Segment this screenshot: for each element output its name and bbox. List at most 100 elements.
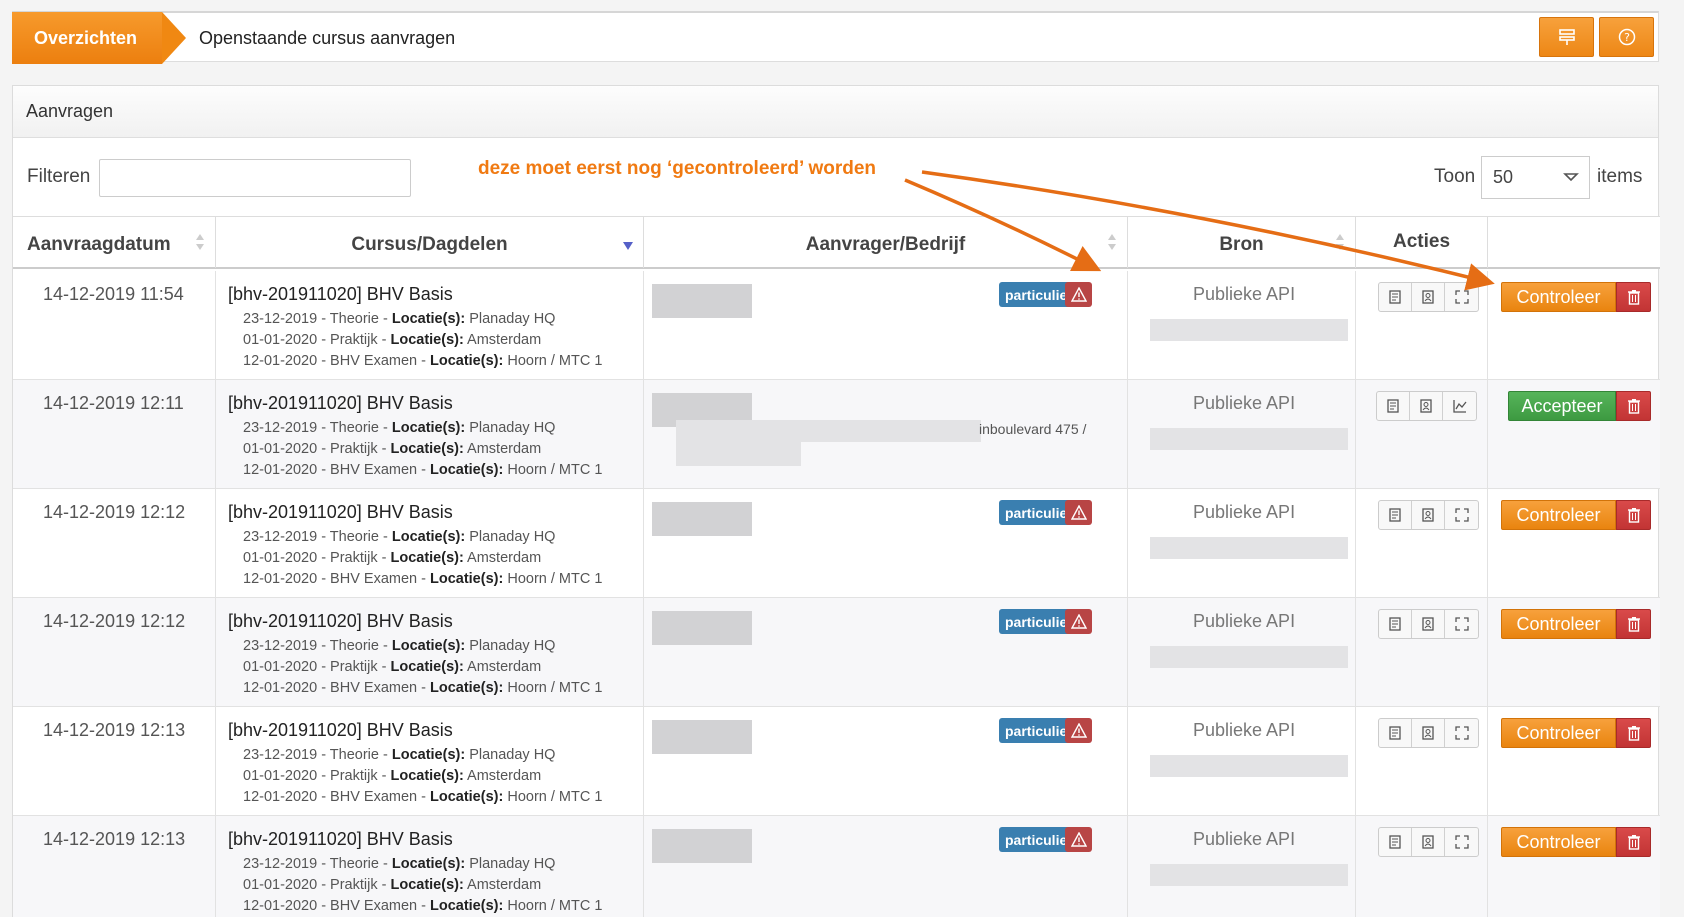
- contact-button[interactable]: [1412, 610, 1445, 638]
- session-date-type: 12-01-2020 - BHV Examen -: [243, 353, 430, 369]
- warning-button[interactable]: [1065, 609, 1092, 634]
- action-icon-group: [1376, 391, 1477, 421]
- cell-source: Publieke API: [1128, 380, 1356, 488]
- action-icon-group: [1378, 718, 1479, 748]
- table-row: 14-12-2019 12:12 [bhv-201911020] BHV Basi…: [13, 489, 1660, 598]
- session-location: Hoorn / MTC 1: [503, 680, 603, 696]
- address-fragment: inboulevard 475 /: [979, 421, 1087, 437]
- warning-button[interactable]: [1065, 827, 1092, 852]
- delete-button[interactable]: [1616, 500, 1651, 530]
- session-line: 12-01-2020 - BHV Examen - Locatie(s): Ho…: [243, 462, 602, 478]
- sort-icon: [196, 234, 204, 250]
- session-date-type: 23-12-2019 - Theorie -: [243, 529, 392, 545]
- page-size-select[interactable]: 50: [1481, 156, 1590, 199]
- session-location-label: Locatie(s):: [429, 462, 504, 478]
- session-date-type: 23-12-2019 - Theorie -: [243, 747, 392, 763]
- controleer-button[interactable]: Controleer: [1501, 827, 1616, 857]
- redacted-address: [676, 442, 801, 466]
- filter-toggle-button[interactable]: [1539, 17, 1594, 57]
- expand-button[interactable]: [1445, 719, 1478, 747]
- contact-button[interactable]: [1412, 828, 1445, 856]
- course-title[interactable]: [bhv-201911020] BHV Basis: [228, 720, 453, 741]
- session-location-label: Locatie(s):: [391, 747, 466, 763]
- controleer-button[interactable]: Controleer: [1501, 282, 1616, 312]
- expand-button[interactable]: [1445, 610, 1478, 638]
- document-button[interactable]: [1379, 719, 1412, 747]
- document-button[interactable]: [1379, 610, 1412, 638]
- warning-icon: [1070, 505, 1087, 520]
- delete-button[interactable]: [1616, 282, 1651, 312]
- cell-actions: [1356, 816, 1488, 917]
- redacted-name: [652, 720, 752, 754]
- document-icon: [1389, 835, 1401, 849]
- source-label: Publieke API: [1193, 284, 1296, 304]
- document-button[interactable]: [1379, 283, 1412, 311]
- controleer-button[interactable]: Controleer: [1501, 500, 1616, 530]
- delete-button[interactable]: [1616, 391, 1651, 421]
- accept-button[interactable]: Accepteer: [1508, 391, 1616, 421]
- session-date-type: 01-01-2020 - Praktijk -: [243, 877, 391, 893]
- header-date[interactable]: Aanvraagdatum: [13, 217, 216, 268]
- course-title[interactable]: [bhv-201911020] BHV Basis: [228, 829, 453, 850]
- course-title[interactable]: [bhv-201911020] BHV Basis: [228, 284, 453, 305]
- contact-button[interactable]: [1410, 392, 1443, 420]
- contact-button[interactable]: [1412, 501, 1445, 529]
- controleer-button[interactable]: Controleer: [1501, 609, 1616, 639]
- cell-buttons: Controleer: [1488, 598, 1660, 706]
- trash-icon: [1627, 508, 1640, 523]
- course-title[interactable]: [bhv-201911020] BHV Basis: [228, 393, 453, 414]
- delete-button[interactable]: [1616, 827, 1651, 857]
- header-course-label: Cursus/Dagdelen: [351, 234, 508, 255]
- expand-icon: [1454, 290, 1469, 304]
- cell-course: [bhv-201911020] BHV Basis 23-12-2019 - Th…: [216, 816, 644, 917]
- cell-actions: [1356, 707, 1488, 815]
- warning-button[interactable]: [1065, 718, 1092, 743]
- warning-button[interactable]: [1065, 500, 1092, 525]
- contact-button[interactable]: [1412, 283, 1445, 311]
- document-button[interactable]: [1377, 392, 1410, 420]
- redacted-source-detail: [1150, 428, 1348, 450]
- source-label: Publieke API: [1193, 829, 1296, 849]
- session-location: Hoorn / MTC 1: [503, 353, 603, 369]
- session-location-label: Locatie(s):: [429, 680, 504, 696]
- delete-button[interactable]: [1616, 718, 1651, 748]
- contact-button[interactable]: [1412, 719, 1445, 747]
- header-source[interactable]: Bron: [1128, 217, 1356, 268]
- document-button[interactable]: [1379, 828, 1412, 856]
- help-button[interactable]: ?: [1599, 17, 1654, 57]
- document-button[interactable]: [1379, 501, 1412, 529]
- expand-button[interactable]: [1445, 283, 1478, 311]
- session-location-label: Locatie(s):: [390, 659, 464, 675]
- session-location: Planaday HQ: [465, 638, 556, 654]
- header-actions-label: Acties: [1392, 231, 1451, 252]
- course-title[interactable]: [bhv-201911020] BHV Basis: [228, 502, 453, 523]
- chart-button[interactable]: [1443, 392, 1476, 420]
- warning-button[interactable]: [1065, 282, 1092, 307]
- cell-actions: [1356, 489, 1488, 597]
- annotation-text: deze moet eerst nog ‘gecontroleerd’ word…: [478, 158, 877, 179]
- header-source-label: Bron: [1219, 234, 1264, 255]
- cell-applicant: particulier: [644, 816, 1128, 917]
- page-size-value: 50: [1493, 167, 1514, 187]
- request-date: 14-12-2019 12:13: [43, 720, 186, 740]
- session-location-label: Locatie(s):: [390, 550, 464, 566]
- breadcrumb-overzichten[interactable]: Overzichten: [12, 12, 186, 64]
- course-title[interactable]: [bhv-201911020] BHV Basis: [228, 611, 453, 632]
- header-course[interactable]: Cursus/Dagdelen: [216, 217, 644, 268]
- session-location: Amsterdam: [463, 332, 542, 348]
- cell-course: [bhv-201911020] BHV Basis 23-12-2019 - Th…: [216, 271, 644, 379]
- page-title: Openstaande cursus aanvragen: [199, 27, 456, 48]
- contact-icon: [1420, 399, 1432, 413]
- session-location-label: Locatie(s):: [391, 311, 466, 327]
- session-line: 23-12-2019 - Theorie - Locatie(s): Plana…: [243, 856, 555, 872]
- header-applicant[interactable]: Aanvrager/Bedrijf: [644, 217, 1128, 268]
- delete-button[interactable]: [1616, 609, 1651, 639]
- filter-input[interactable]: [99, 159, 411, 197]
- expand-button[interactable]: [1445, 501, 1478, 529]
- controleer-button[interactable]: Controleer: [1501, 718, 1616, 748]
- cell-date: 14-12-2019 12:12: [13, 598, 216, 706]
- header-actions: Acties: [1356, 217, 1488, 268]
- items-label: items: [1597, 166, 1643, 187]
- action-icon-group: [1378, 282, 1479, 312]
- expand-button[interactable]: [1445, 828, 1478, 856]
